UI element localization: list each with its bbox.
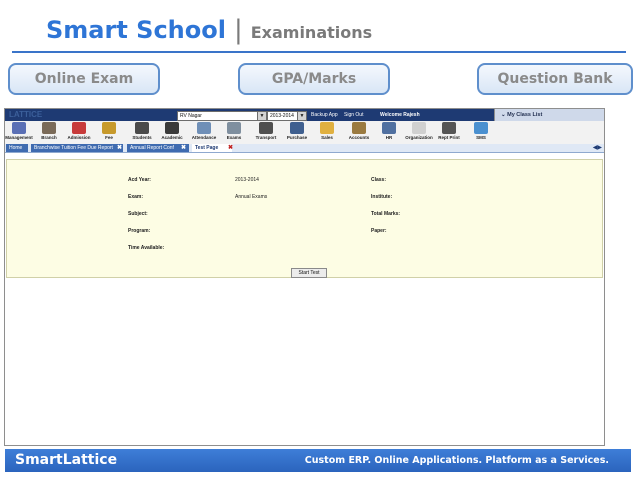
app-window: LATTICE RV Nagar ▼ 2013-2014 ▼ Backup Ap… [4, 108, 605, 446]
total-marks-label: Total Marks: [371, 211, 401, 217]
sign-out-link[interactable]: Sign Out [342, 111, 365, 119]
time-available-label: Time Available: [128, 245, 165, 251]
toolbar-item-hr[interactable]: HR [375, 122, 403, 143]
tab-scroll-arrows[interactable]: ◀▶ [593, 144, 602, 152]
backup-app-link[interactable]: Backup App [309, 111, 340, 119]
attendance-icon [197, 122, 211, 134]
toolbar-item-attendance[interactable]: Attendance [190, 122, 218, 143]
institute-label: Institute: [371, 194, 393, 200]
footer-tagline: Custom ERP. Online Applications. Platfor… [304, 455, 609, 466]
management-icon [12, 122, 26, 134]
hr-icon [382, 122, 396, 134]
close-icon[interactable]: ✖ [117, 144, 122, 152]
toolbar-item-label: Students [132, 135, 152, 140]
toolbar-item-purchase[interactable]: Purchase [283, 122, 311, 143]
toolbar-item-label: Transport [255, 135, 277, 140]
tab-branchwise-fee-report[interactable]: Branchwise Tuition Fee Due Report [31, 144, 123, 152]
students-icon [135, 122, 149, 134]
printer-icon [442, 122, 456, 134]
toolbar-item-label: Sales [321, 135, 333, 140]
accounts-icon [352, 122, 366, 134]
purchase-icon [290, 122, 304, 134]
question-bank-button[interactable]: Question Bank [477, 63, 633, 95]
class-list-label: My Class List [507, 112, 543, 118]
toolbar-item-sms[interactable]: SMS [467, 122, 495, 143]
toolbar-item-exams[interactable]: Exams [220, 122, 248, 143]
toolbar-item-academic[interactable]: Academic [158, 122, 186, 143]
toolbar-item-label: SMS [476, 135, 486, 140]
toolbar-item-label: Accounts [348, 135, 370, 140]
branch-dropdown-icon[interactable]: ▼ [257, 111, 267, 121]
year-select[interactable]: 2013-2014 [267, 111, 299, 121]
toolbar-item-label: Attendance [191, 135, 217, 140]
module-toolbar: Management Branch Admission Fee Students Acad… [5, 121, 604, 145]
section-title: Examinations [250, 22, 373, 42]
title-separator: | [233, 15, 243, 45]
exam-value: Annual Exams [235, 194, 268, 200]
toolbar-item-students[interactable]: Students [128, 122, 156, 143]
year-dropdown-icon[interactable]: ▼ [297, 111, 307, 121]
toolbar-item-label: Exams [226, 135, 242, 140]
transport-icon [259, 122, 273, 134]
toolbar-item-management[interactable]: Management [5, 122, 33, 143]
toolbar-item-sales[interactable]: Sales [313, 122, 341, 143]
tab-strip: Home Branchwise Tuition Fee Due Report ✖… [5, 144, 604, 153]
toolbar-item-accounts[interactable]: Accounts [345, 122, 373, 143]
class-list-header[interactable]: ⌄ My Class List [494, 109, 604, 121]
exam-label: Exam: [128, 194, 144, 200]
toolbar-item-label: Branch [41, 135, 57, 140]
tab-annual-report-conf[interactable]: Annual Report Conf [127, 144, 189, 152]
app-logo: LATTICE [9, 110, 43, 119]
app-topbar: LATTICE RV Nagar ▼ 2013-2014 ▼ Backup Ap… [5, 109, 494, 121]
sales-icon [320, 122, 334, 134]
toolbar-item-label: Organization [405, 135, 433, 140]
toolbar-item-rept-print[interactable]: Rept Print [435, 122, 463, 143]
start-test-button[interactable]: Start Test [291, 268, 327, 278]
close-icon[interactable]: ✖ [181, 144, 186, 152]
footer-brand: SmartLattice [15, 452, 118, 468]
brand-title: Smart School [46, 16, 226, 44]
toolbar-item-fee[interactable]: Fee [95, 122, 123, 143]
online-exam-button[interactable]: Online Exam [8, 63, 160, 95]
toolbar-item-branch[interactable]: Branch [35, 122, 63, 143]
paper-label: Paper: [371, 228, 387, 234]
toolbar-item-label: Management [5, 135, 33, 140]
program-label: Program: [128, 228, 151, 234]
close-icon[interactable]: ✖ [228, 144, 233, 152]
test-form-panel: Acd Year: 2013-2014 Exam: Annual Exams S… [6, 159, 603, 278]
toolbar-item-label: Purchase [286, 135, 308, 140]
toolbar-item-label: HR [385, 135, 393, 140]
slide-title: Smart School | Examinations [46, 14, 372, 46]
acd-year-label: Acd Year: [128, 177, 151, 183]
toolbar-item-transport[interactable]: Transport [252, 122, 280, 143]
gpa-marks-button[interactable]: GPA/Marks [238, 63, 390, 95]
tab-test-page[interactable]: Test Page [192, 144, 232, 152]
sms-icon [474, 122, 488, 134]
subject-label: Subject: [128, 211, 148, 217]
branch-icon [42, 122, 56, 134]
footer-bar: SmartLattice Custom ERP. Online Applicat… [5, 449, 631, 472]
fee-icon [102, 122, 116, 134]
admission-icon [72, 122, 86, 134]
welcome-text: Welcome Rajesh [380, 112, 420, 118]
toolbar-item-label: Admission [67, 135, 91, 140]
branch-select[interactable]: RV Nagar [177, 111, 259, 121]
toolbar-item-label: Academic [161, 135, 183, 140]
exams-icon [227, 122, 241, 134]
organization-icon [412, 122, 426, 134]
tab-home[interactable]: Home [6, 144, 28, 152]
toolbar-item-label: Fee [105, 135, 113, 140]
academic-icon [165, 122, 179, 134]
title-divider [12, 51, 626, 53]
acd-year-value: 2013-2014 [235, 177, 259, 183]
toolbar-item-admission[interactable]: Admission [65, 122, 93, 143]
toolbar-item-label: Rept Print [438, 135, 460, 140]
toolbar-item-organization[interactable]: Organization [405, 122, 433, 143]
class-label: Class: [371, 177, 387, 183]
